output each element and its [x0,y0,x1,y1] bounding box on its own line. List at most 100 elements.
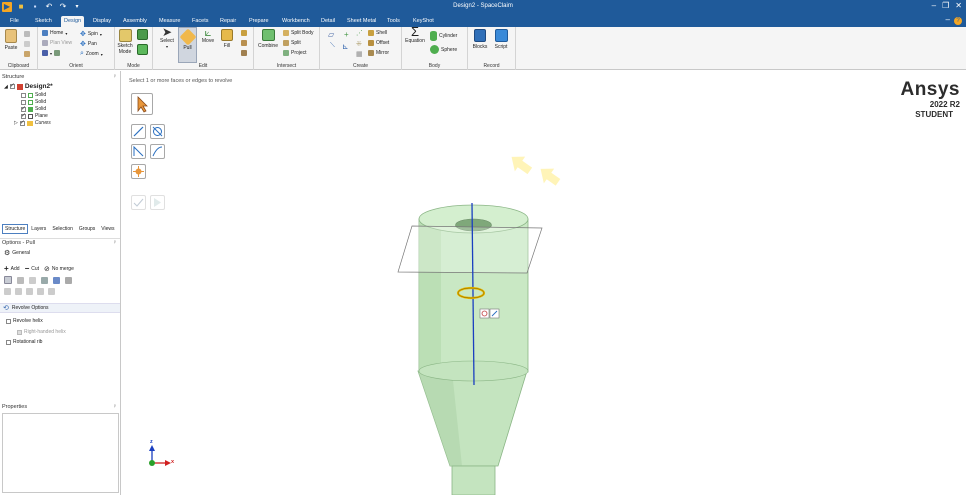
paste-button[interactable]: Paste [3,29,19,51]
pull-button[interactable]: Pull [178,27,197,63]
format-painter-icon[interactable] [24,51,30,57]
home-button[interactable]: Home ▾ [42,30,67,36]
section-mode-icon[interactable] [137,29,148,40]
sketch-mode-icon[interactable] [119,29,132,42]
plan-view-button[interactable]: Plan View [42,40,72,46]
3d-mode-icon[interactable] [137,44,148,55]
option-icon-5[interactable] [48,288,55,295]
both-sides-icon[interactable] [17,276,24,284]
close-button[interactable]: ✕ [955,1,962,10]
cone-body[interactable] [417,370,528,495]
blocks-button[interactable]: Blocks [471,29,489,50]
option-icon-2[interactable] [15,288,22,295]
select-button[interactable]: ➤ Select ▾ [157,26,177,50]
tab-groups[interactable]: Groups [76,224,98,234]
sketch-mode-button[interactable]: Sketch Mode [115,43,135,55]
tab-views[interactable]: Views [98,224,117,234]
revolve-option-icon[interactable] [4,276,12,284]
blend-icon[interactable] [241,30,247,36]
project-button[interactable]: Project [283,50,307,56]
revolve-options-section[interactable]: ⟲ Revolve Options [0,303,120,313]
spin-button[interactable]: ✥ Spin ▾ [80,30,102,38]
option-icon-1[interactable] [4,288,11,295]
point-icon[interactable]: ⋰ [356,29,363,37]
origin-icon[interactable]: ⊾ [342,42,349,51]
measure-icon[interactable] [53,276,60,284]
option-icon-3[interactable] [26,288,33,295]
offset-button[interactable]: Offset [368,40,389,46]
split-button[interactable]: Split [283,40,301,46]
tab-design[interactable]: Design [61,16,85,27]
combine-button[interactable]: Combine [256,29,280,49]
tab-repair[interactable]: Repair [217,16,239,27]
tab-selection[interactable]: Selection [49,224,76,234]
script-button[interactable]: Script [492,29,510,50]
split-body-button[interactable]: Split Body [283,30,314,36]
pattern-icon[interactable]: ⁜ [356,40,362,48]
cut-icon[interactable]: − [25,264,30,273]
revolve-helix-checkbox[interactable] [6,318,11,324]
minimize-ribbon-button[interactable]: – [946,15,950,24]
tab-detail[interactable]: Detail [318,16,338,27]
restore-button[interactable]: ❐ [942,1,949,10]
tree-checkbox[interactable] [21,92,26,98]
shell-button[interactable]: Shell [368,30,387,36]
minimize-button[interactable]: – [932,1,936,10]
pan-button[interactable]: ✥ Pan [80,40,97,48]
cylinder-button[interactable]: Cylinder [430,31,457,41]
tree-item-solid-1[interactable]: Solid [21,92,46,98]
expand-icon[interactable]: ▷ [14,120,18,126]
tree-item-plane[interactable]: Plane [21,112,48,119]
tab-prepare[interactable]: Prepare [246,16,272,27]
tab-structure[interactable]: Structure [2,224,29,234]
tree-checkbox[interactable] [19,119,25,126]
no-merge-icon[interactable]: ⊘ [44,265,50,273]
tree-checkbox[interactable] [9,82,15,89]
general-section[interactable]: ⚙ General [4,249,30,257]
cut-icon[interactable] [24,31,30,37]
add-icon[interactable]: + [4,264,9,273]
sketch-plane[interactable] [397,225,543,274]
tab-display[interactable]: Display [90,16,114,27]
properties-panel[interactable] [2,413,119,493]
tab-workbench[interactable]: Workbench [279,16,313,27]
copy-icon[interactable] [24,41,30,47]
option-icon-4[interactable] [37,288,44,295]
tab-layers[interactable]: Layers [28,224,49,234]
tab-sketch[interactable]: Sketch [32,16,55,27]
chamfer-icon[interactable] [241,40,247,46]
pin-icon[interactable]: ᵖ [114,403,116,411]
no-merge-option[interactable]: No merge [52,266,74,272]
rotational-rib-row[interactable]: Rotational rib [6,339,42,345]
zoom-button[interactable]: ⌕ Zoom ▾ [80,50,103,58]
ruled-surface-icon[interactable] [29,276,36,284]
rotational-rib-checkbox[interactable] [6,339,11,345]
axis-icon[interactable]: + [344,30,349,39]
mirror-button[interactable]: Mirror [368,50,389,56]
full-pull-icon[interactable] [41,276,48,284]
move-button[interactable]: ⟀ Move [200,26,216,44]
cut-option[interactable]: Cut [31,266,39,272]
tab-file[interactable]: File [7,16,22,27]
tweak-face-icon[interactable] [241,50,247,56]
pin-icon[interactable]: ᵖ [114,73,116,81]
3d-viewport[interactable]: Select 1 or more faces or edges to revol… [122,71,966,495]
sphere-button[interactable]: Sphere [430,45,457,54]
pull-direction-arrows[interactable] [506,150,563,189]
tree-item-curves[interactable]: ▷ Curves [14,119,51,127]
equation-button[interactable]: Σ Equation [403,25,427,44]
line-icon[interactable]: ⟍ [330,42,335,50]
tab-tools[interactable]: Tools [384,16,403,27]
pin-icon[interactable]: ᵖ [114,239,116,247]
right-handed-helix-checkbox[interactable] [17,329,22,335]
tab-sheet-metal[interactable]: Sheet Metal [344,16,379,27]
tab-assembly[interactable]: Assembly [120,16,150,27]
revolve-helix-row[interactable]: Revolve helix [6,318,43,324]
right-handed-helix-row[interactable]: Right-handed helix [17,329,66,335]
up-to-icon[interactable] [65,276,72,284]
plane-icon[interactable]: ▱ [328,30,334,39]
linear-pattern-icon[interactable]: ▦ [356,50,363,58]
view-cube-button[interactable]: ▾ [42,50,61,56]
collapse-icon[interactable]: ◢ [4,84,8,90]
fill-button[interactable]: Fill [219,29,235,49]
